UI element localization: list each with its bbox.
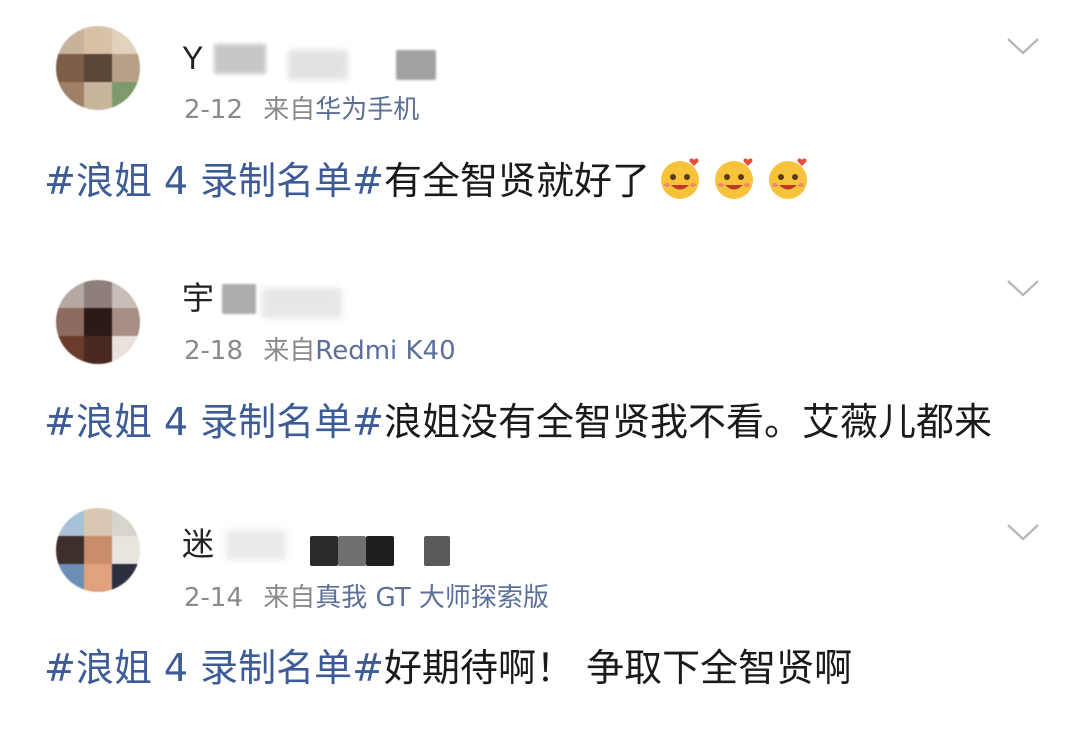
- redacted-username: [424, 536, 450, 566]
- topic-link[interactable]: #浪姐 4 录制名单#: [44, 646, 384, 690]
- username[interactable]: 迷: [182, 524, 214, 564]
- post-3: 迷 2-14 来自真我 GT 大师探索版 #浪姐 4 录制名单#好期待啊！ 争取…: [0, 0, 1080, 729]
- post-source[interactable]: 真我 GT 大师探索版: [315, 583, 549, 613]
- redacted-username: [338, 536, 366, 566]
- from-prefix: 来自: [263, 583, 316, 613]
- post-content: 好期待啊！ 争取下全智贤啊: [384, 646, 853, 690]
- post-date: 2-14: [184, 583, 244, 613]
- chevron-down-icon[interactable]: [1006, 522, 1040, 542]
- post-text: #浪姐 4 录制名单#好期待啊！ 争取下全智贤啊: [44, 642, 852, 694]
- redacted-username: [310, 536, 338, 566]
- avatar[interactable]: [56, 508, 140, 592]
- post-meta: 2-14 来自真我 GT 大师探索版: [184, 581, 549, 615]
- redacted-username: [366, 536, 394, 566]
- redacted-username: [226, 530, 286, 560]
